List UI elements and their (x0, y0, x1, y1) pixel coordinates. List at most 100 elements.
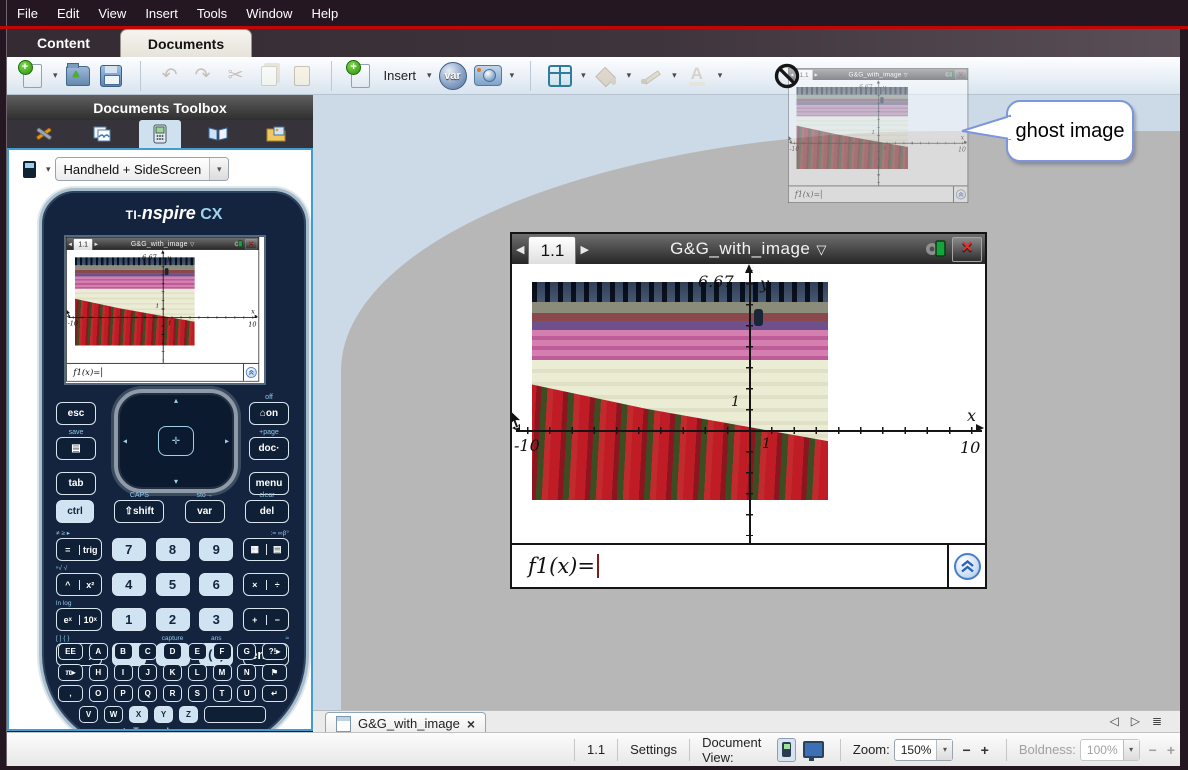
menu-edit[interactable]: Edit (57, 6, 79, 21)
document-page-tab[interactable]: G&G_with_image × (325, 712, 486, 734)
calc-key-9[interactable]: 9 (199, 538, 233, 561)
touchpad-left-icon[interactable]: ◂ (123, 437, 127, 446)
statusbar-page-number[interactable]: 1.1 (587, 742, 605, 757)
calc-key-[interactable]: π▸ (58, 664, 83, 681)
graph-area[interactable]: 6.67 y x -10 10 1 1 (67, 250, 259, 365)
zoom-in-button[interactable]: + (981, 742, 989, 758)
toolbox-tab-utilities[interactable] (255, 120, 297, 148)
entry-expression[interactable]: f1(x)= (795, 190, 820, 199)
line-color-button[interactable] (638, 61, 664, 91)
boldness-minus-button[interactable]: − (1149, 742, 1157, 758)
calc-key-on[interactable]: ⌂on (249, 402, 289, 425)
touchpad-down-icon[interactable]: ▾ (174, 477, 178, 486)
calc-key-1[interactable]: 1 (112, 608, 146, 631)
calc-key-2[interactable]: 2 (156, 608, 190, 631)
menu-view[interactable]: View (98, 6, 126, 21)
calc-key-m[interactable]: M (213, 664, 232, 681)
calc-key-shift[interactable]: ⇧shift (114, 500, 164, 523)
calc-key-6[interactable]: 6 (199, 573, 233, 596)
calc-key-space[interactable] (204, 706, 266, 723)
text-color-caret-icon[interactable]: ▾ (718, 70, 723, 81)
copy-button[interactable] (256, 61, 282, 91)
pager-next-icon[interactable]: ▷ (1131, 714, 1140, 728)
new-document-button[interactable]: + (19, 61, 45, 91)
insert-caret-icon[interactable]: ▾ (427, 70, 432, 81)
touchpad[interactable]: ▴ ▾ ◂ ▸ ✛ (114, 389, 238, 493)
calc-key-j[interactable]: J (138, 664, 157, 681)
tulip-field-image[interactable] (796, 87, 908, 169)
toolbox-tab-document-tools[interactable] (23, 120, 65, 148)
title-dropdown-icon[interactable]: ▽ (816, 242, 827, 257)
calc-key-f[interactable]: F (213, 643, 232, 660)
tulip-field-image[interactable] (532, 282, 828, 500)
zoom-caret-icon[interactable]: ▾ (936, 740, 952, 760)
calc-key-3[interactable]: 3 (199, 608, 233, 631)
page-next-icon[interactable]: ▶ (815, 72, 818, 77)
calc-key-[interactable]: ▤ (56, 437, 96, 460)
document-title[interactable]: G&G_with_image▽ (823, 71, 934, 79)
zoom-combobox[interactable]: 150% ▾ (894, 739, 954, 761)
touchpad-right-icon[interactable]: ▸ (225, 437, 229, 446)
calc-key-a[interactable]: A (89, 643, 108, 660)
expand-entry-button[interactable] (954, 553, 981, 580)
emulator-screen[interactable]: ◀ 1.1 ▶ G&G_with_image▽ × (64, 235, 266, 385)
screen-capture-caret-icon[interactable]: ▾ (510, 70, 515, 81)
title-dropdown-icon[interactable]: ▽ (190, 241, 194, 247)
paste-button[interactable] (289, 61, 315, 91)
calc-key-u[interactable]: U (237, 685, 256, 702)
new-document-caret-icon[interactable]: ▾ (53, 70, 58, 81)
screen-capture-button[interactable] (474, 61, 502, 91)
undo-button[interactable]: ↶ (157, 61, 183, 91)
fill-color-caret-icon[interactable]: ▾ (627, 70, 632, 81)
fill-color-button[interactable] (593, 61, 619, 91)
calc-key-4[interactable]: 4 (112, 573, 146, 596)
calc-key-c[interactable]: C (138, 643, 157, 660)
close-window-icon[interactable]: × (245, 239, 257, 249)
calc-key-z[interactable]: Z (179, 706, 198, 723)
calc-key-y[interactable]: Y (154, 706, 173, 723)
save-document-button[interactable] (98, 61, 124, 91)
calc-key-8[interactable]: 8 (156, 538, 190, 561)
function-entry-line[interactable]: f1(x)= (67, 363, 259, 381)
variables-button[interactable]: var (439, 61, 467, 91)
cut-button[interactable]: ✂ (223, 61, 249, 91)
menu-insert[interactable]: Insert (145, 6, 178, 21)
toolbox-tab-handheld-emulator[interactable] (139, 120, 181, 148)
calc-key-[interactable]: +− (243, 608, 289, 631)
calc-key-g[interactable]: G (237, 643, 256, 660)
calc-key-i[interactable]: I (114, 664, 133, 681)
close-document-icon[interactable]: × (467, 717, 475, 731)
tab-documents[interactable]: Documents (120, 29, 252, 57)
calc-key-e-10[interactable]: eˣ10ˣ (56, 608, 102, 631)
insert-label[interactable]: Insert (384, 68, 417, 83)
calc-key-esc[interactable]: esc (56, 402, 96, 425)
page-tab-indicator[interactable]: 1.1 (528, 236, 576, 266)
zoom-out-button[interactable]: − (962, 742, 970, 758)
menu-file[interactable]: File (17, 6, 38, 21)
calc-key-b[interactable]: B (114, 643, 133, 660)
emulator-device-button[interactable] (17, 159, 41, 179)
toolbox-tab-page-sorter[interactable] (81, 120, 123, 148)
display-mode-dropdown[interactable]: Handheld + SideScreen ▾ (55, 157, 230, 181)
pager-list-icon[interactable]: ≣ (1152, 714, 1162, 728)
page-prev-icon[interactable]: ◀ (68, 241, 71, 246)
calc-key-s[interactable]: S (188, 685, 207, 702)
open-document-button[interactable] (65, 61, 91, 91)
pager-prev-icon[interactable]: ◁ (1109, 714, 1118, 728)
calc-key-del[interactable]: del (245, 500, 289, 523)
calc-key-trig[interactable]: =trig (56, 538, 102, 561)
tulip-field-image[interactable] (75, 257, 195, 345)
calc-key-d[interactable]: D (163, 643, 182, 660)
calc-key-q[interactable]: Q (138, 685, 157, 702)
calc-key-[interactable]: ▦▤ (243, 538, 289, 561)
calc-key-[interactable]: ↵ (262, 685, 287, 702)
page-layout-button[interactable] (547, 61, 573, 91)
page-prev-icon[interactable]: ◀ (516, 243, 524, 256)
redo-button[interactable]: ↷ (190, 61, 216, 91)
calc-key-x[interactable]: ^x² (56, 573, 102, 596)
tab-content[interactable]: Content (7, 29, 120, 57)
calc-key-doc[interactable]: doc· (249, 437, 289, 460)
calc-key-h[interactable]: H (89, 664, 108, 681)
calc-key-r[interactable]: R (163, 685, 182, 702)
page-next-icon[interactable]: ▶ (95, 241, 98, 246)
